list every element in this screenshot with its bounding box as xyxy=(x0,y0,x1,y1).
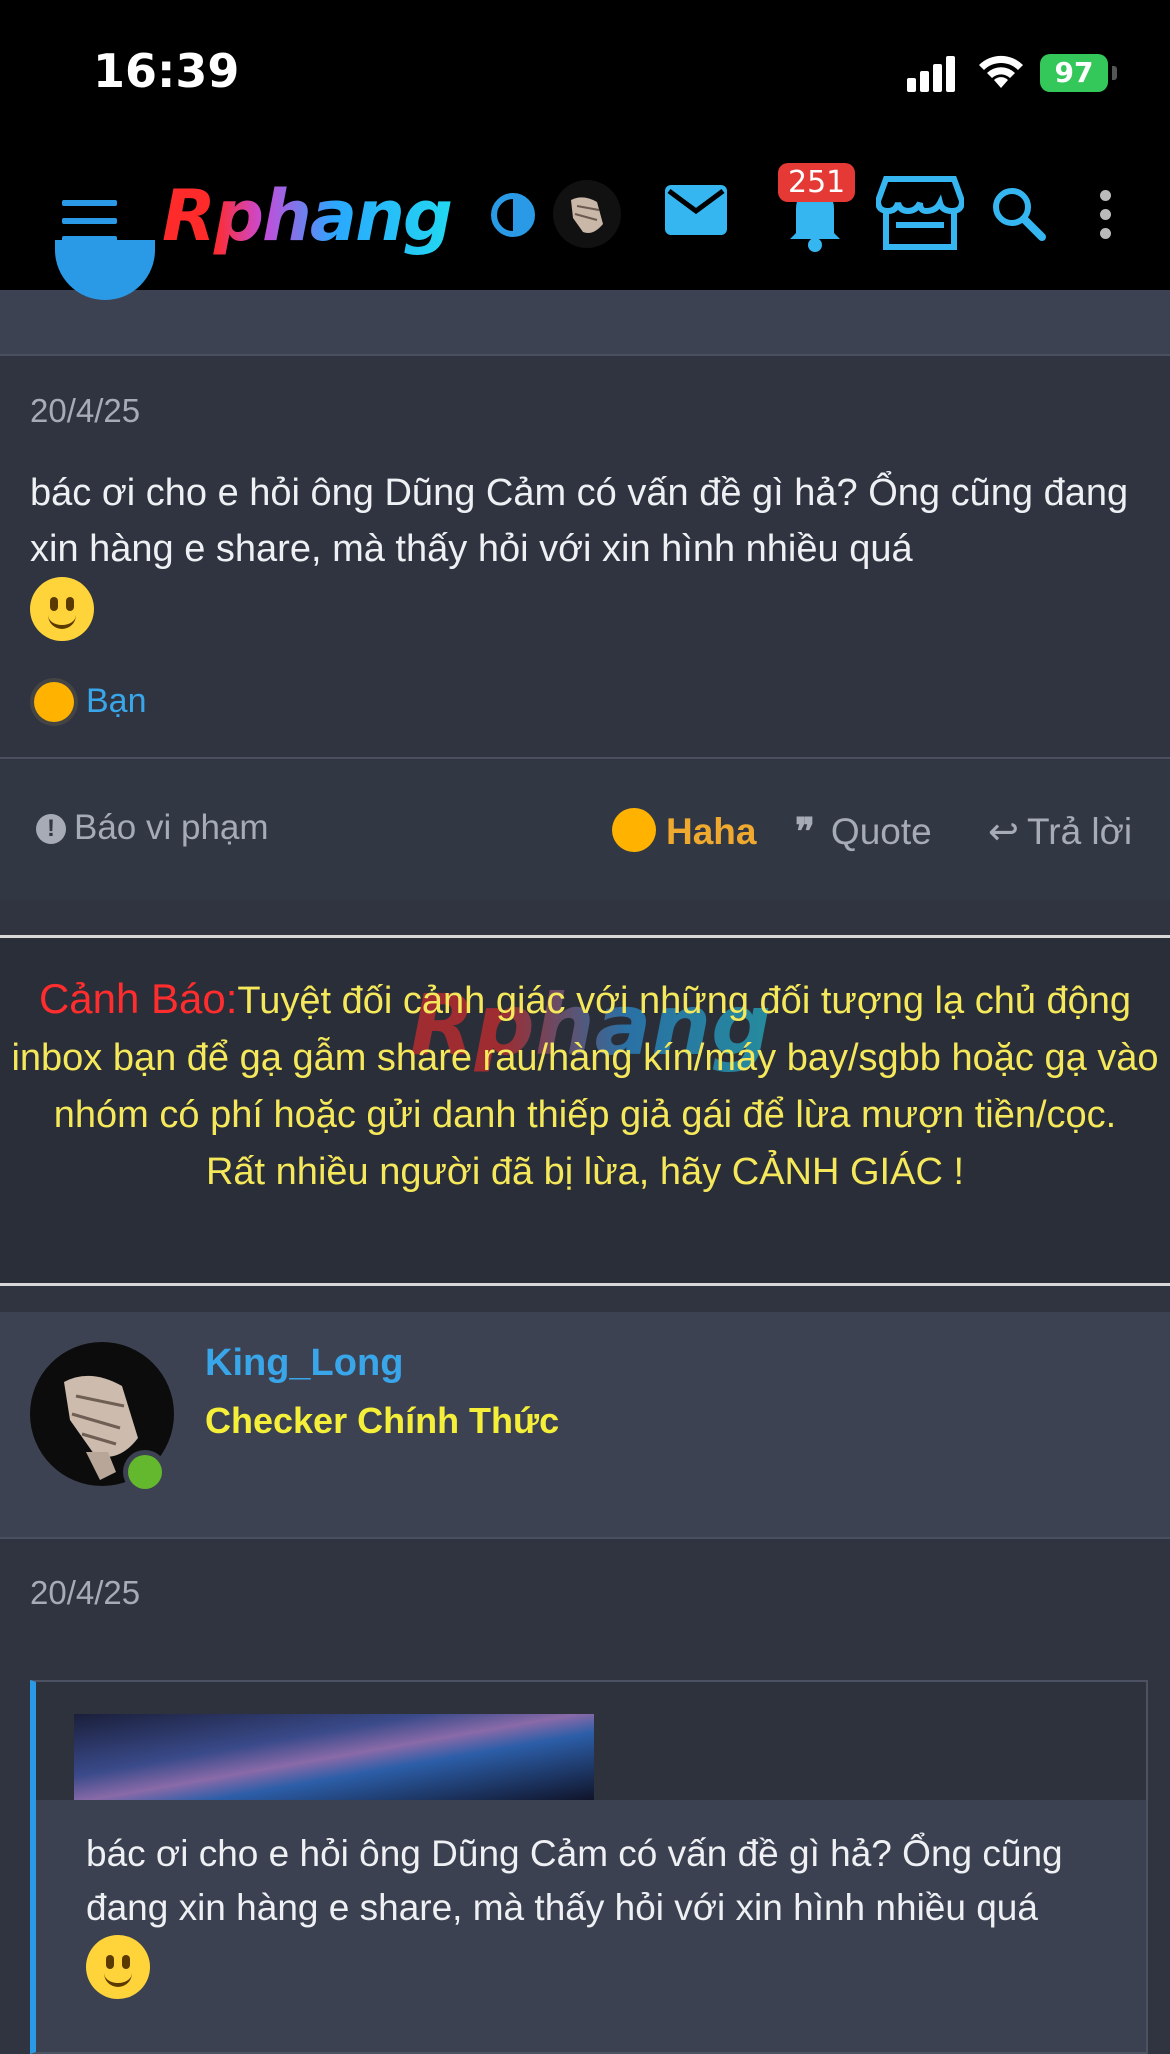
quote-text: bác ơi cho e hỏi ông Dũng Cảm có vấn đề … xyxy=(86,1833,1063,1928)
previous-post-header xyxy=(0,290,1170,355)
divider xyxy=(0,1537,1170,1539)
wifi-icon xyxy=(979,55,1023,88)
battery-tip xyxy=(1112,66,1117,80)
warning-text: Cảnh Báo:Tuyệt đối cảnh giác với những đ… xyxy=(10,970,1160,1201)
site-logo[interactable]: Rphang xyxy=(162,175,453,257)
reply-label: Trả lời xyxy=(1027,811,1133,852)
quote-banner-image xyxy=(74,1714,594,1800)
search-icon[interactable] xyxy=(990,185,1046,241)
notification-badge: 251 xyxy=(778,163,856,202)
quoted-post[interactable]: bác ơi cho e hỏi ông Dũng Cảm có vấn đề … xyxy=(30,1680,1148,2054)
mail-icon[interactable] xyxy=(665,185,727,235)
haha-reaction-icon xyxy=(30,678,78,726)
reply-icon: ↩ xyxy=(988,811,1020,852)
reaction-user-link[interactable]: Bạn xyxy=(86,682,147,721)
quote-icon: ❞ xyxy=(795,811,815,852)
warning-title: Cảnh Báo: xyxy=(38,975,238,1022)
username-link[interactable]: King_Long xyxy=(205,1342,403,1385)
warning-icon: ! xyxy=(36,814,66,844)
report-button[interactable]: ! Báo vi phạm xyxy=(36,808,269,848)
divider xyxy=(0,757,1170,759)
clock: 16:39 xyxy=(93,44,240,98)
avatar[interactable] xyxy=(553,180,621,248)
warning-footer: Rất nhiều người đã bị lừa, hãy CẢNH GIÁC… xyxy=(205,1151,964,1193)
menu-icon[interactable] xyxy=(62,200,117,242)
store-icon[interactable] xyxy=(876,175,964,251)
post-date[interactable]: 20/4/25 xyxy=(30,1574,140,1612)
warning-banner: Rphang Cảnh Báo:Tuyệt đối cảnh giác với … xyxy=(0,935,1170,1286)
post-text: bác ơi cho e hỏi ông Dũng Cảm có vấn đề … xyxy=(30,472,1129,570)
post-date[interactable]: 20/4/25 xyxy=(30,392,140,430)
theme-toggle-icon[interactable] xyxy=(490,192,536,238)
divider xyxy=(0,354,1170,356)
post-body: bác ơi cho e hỏi ông Dũng Cảm có vấn đề … xyxy=(30,465,1140,641)
reply-button[interactable]: ↩ Trả lời xyxy=(988,810,1132,853)
smiley-emoji-icon xyxy=(30,577,94,641)
haha-label: Haha xyxy=(666,811,757,852)
haha-button[interactable]: Haha xyxy=(612,808,756,853)
quote-label: Quote xyxy=(830,811,932,852)
status-bar: 16:39 97 xyxy=(0,0,1170,140)
online-status-icon xyxy=(123,1450,167,1494)
smiley-emoji-icon xyxy=(86,1935,150,1999)
more-icon[interactable] xyxy=(1100,190,1112,240)
haha-icon xyxy=(612,808,656,852)
post-action-bar: ! Báo vi phạm Haha ❞ Quote ↩ Trả lời xyxy=(0,760,1170,900)
post-user-header: King_Long Checker Chính Thức xyxy=(0,1312,1170,1537)
quote-body: bác ơi cho e hỏi ông Dũng Cảm có vấn đề … xyxy=(86,1827,1126,1999)
user-title: Checker Chính Thức xyxy=(205,1400,560,1441)
report-label: Báo vi phạm xyxy=(74,808,269,847)
quote-button[interactable]: ❞ Quote xyxy=(795,810,932,853)
battery-indicator: 97 xyxy=(1040,54,1108,92)
cellular-signal-icon xyxy=(907,56,957,92)
quote-header xyxy=(36,1682,1146,1800)
